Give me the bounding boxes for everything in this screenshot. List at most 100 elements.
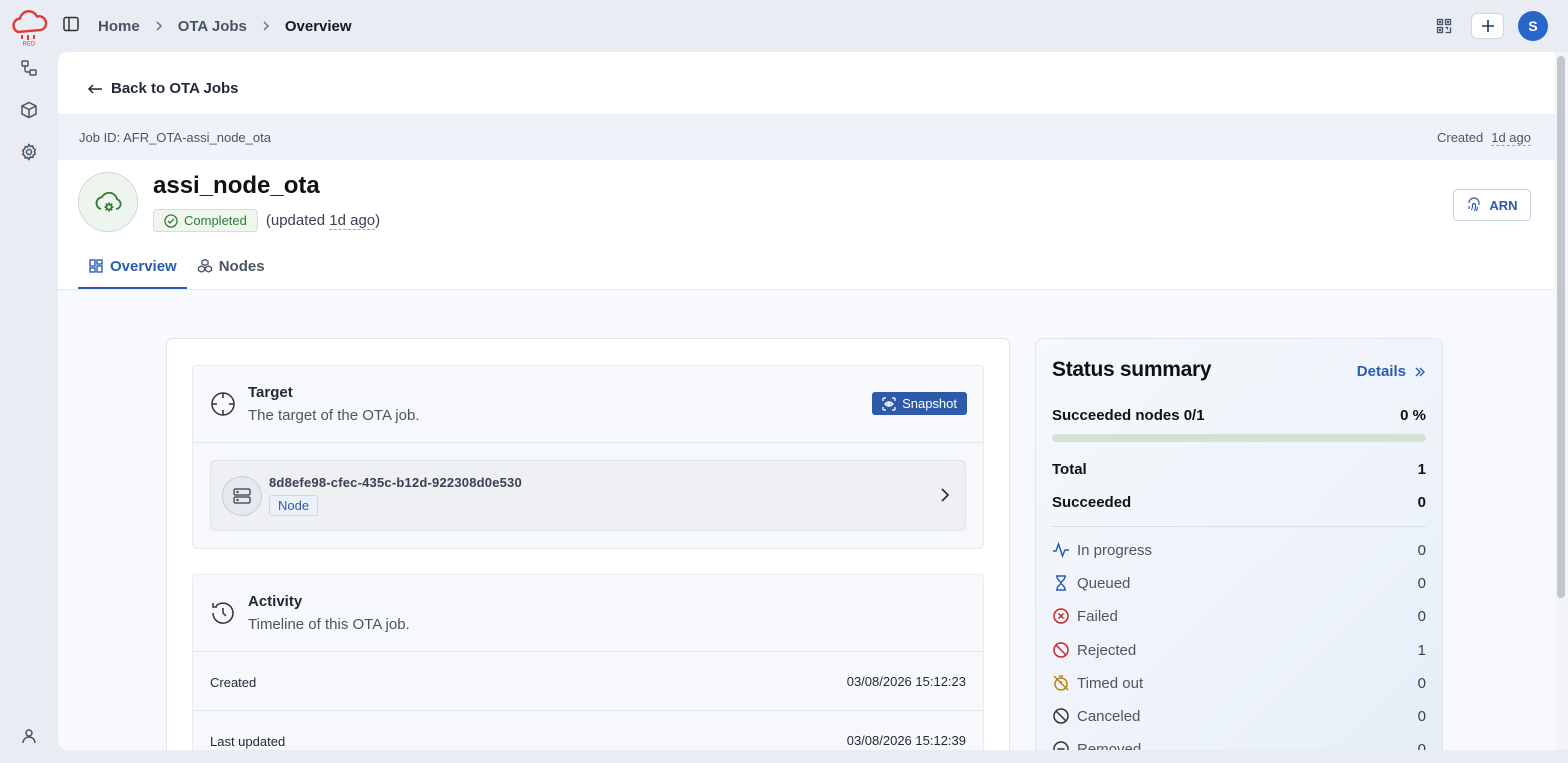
status-label: Rejected [1077, 641, 1137, 659]
arn-button[interactable]: ARN [1453, 189, 1531, 221]
crosshair-icon [210, 391, 236, 417]
status-label: Queued [1077, 574, 1131, 592]
activity-row: Created 03/08/2026 15:12:23 [193, 652, 983, 711]
hourglass-icon [1052, 574, 1070, 592]
activity-card: Activity Timeline of this OTA job. Creat… [192, 574, 984, 750]
status-value: 0 [1417, 707, 1426, 725]
svg-text:RED: RED [23, 42, 36, 47]
breadcrumb-ota-jobs[interactable]: OTA Jobs [178, 18, 247, 35]
target-description: The target of the OTA job. [248, 407, 420, 424]
timer-off-icon [1052, 674, 1070, 692]
avatar[interactable]: S [1518, 11, 1548, 41]
status-row-rejected: Rejected 1 [1052, 641, 1426, 659]
job-id: Job ID: AFR_OTA-assi_node_ota [79, 130, 271, 145]
fingerprint-icon [1468, 197, 1481, 212]
qr-code-icon[interactable] [1431, 10, 1457, 42]
status-summary-title: Status summary [1052, 358, 1212, 381]
add-button[interactable] [1471, 13, 1504, 39]
breadcrumb-home[interactable]: Home [98, 18, 140, 35]
divider [1052, 526, 1426, 527]
snapshot-badge: Snapshot [872, 392, 967, 415]
top-bar: Home OTA Jobs Overview S [58, 0, 1568, 52]
boxes-icon [197, 258, 212, 273]
job-header: assi_node_ota Completed (updated 1d ago)… [58, 160, 1555, 290]
status-value: 0 [1417, 674, 1426, 692]
activity-row-value: 03/08/2026 15:12:39 [846, 733, 966, 748]
activity-row-value: 03/08/2026 15:12:23 [846, 674, 966, 689]
succeeded-percent: 0 % [1400, 407, 1426, 424]
activity-row-label: Last updated [210, 734, 286, 749]
back-link[interactable]: Back to OTA Jobs [87, 80, 239, 97]
breadcrumb-current: Overview [284, 17, 352, 35]
x-circle-icon [1052, 607, 1070, 625]
status-label: Removed [1077, 740, 1142, 751]
check-circle-icon [164, 213, 178, 228]
job-title: assi_node_ota [153, 172, 320, 199]
total-value: 1 [1417, 461, 1426, 478]
created-ago[interactable]: 1d ago [1491, 130, 1531, 146]
tab-nodes[interactable]: Nodes [187, 245, 275, 289]
node-id: 8d8efe98-cfec-435c-b12d-922308d0e530 [269, 475, 522, 490]
user-icon[interactable] [17, 724, 41, 748]
left-rail: RED [0, 0, 58, 763]
app-logo[interactable]: RED [9, 6, 49, 48]
updated-text: (updated 1d ago) [265, 212, 381, 230]
status-label: Completed [184, 213, 247, 228]
gear-icon[interactable] [17, 140, 41, 164]
overview-card: Target The target of the OTA job. Snapsh… [166, 338, 1010, 750]
target-title: Target [248, 384, 293, 401]
status-value: 0 [1417, 574, 1426, 592]
activity-row-label: Created [210, 675, 257, 690]
status-label: Timed out [1077, 674, 1144, 692]
snapshot-label: Snapshot [902, 396, 957, 411]
node-type-tag: Node [269, 495, 319, 516]
breadcrumb: Home OTA Jobs Overview [98, 0, 352, 52]
activity-description: Timeline of this OTA job. [248, 616, 410, 633]
status-value: 1 [1417, 641, 1426, 659]
main-panel: Back to OTA Jobs Job ID: AFR_OTA-assi_no… [58, 52, 1555, 750]
updated-ago[interactable]: 1d ago [329, 212, 376, 230]
succeeded-line: Succeeded 0 [1052, 494, 1426, 511]
details-link[interactable]: Details [1357, 363, 1426, 380]
scrollbar[interactable] [1555, 52, 1568, 750]
status-value: 0 [1417, 607, 1426, 625]
total-label: Total [1052, 461, 1087, 478]
target-card: Target The target of the OTA job. Snapsh… [192, 365, 984, 549]
diagram-icon[interactable] [17, 56, 41, 80]
tab-nodes-label: Nodes [218, 257, 265, 275]
status-badge: Completed [153, 209, 258, 232]
status-row-timed-out: Timed out 0 [1052, 674, 1426, 692]
scrollbar-thumb[interactable] [1557, 56, 1565, 598]
total-line: Total 1 [1052, 461, 1426, 478]
status-label: Failed [1077, 607, 1118, 625]
succeeded-value: 0 [1417, 494, 1426, 511]
history-icon [210, 600, 236, 626]
chevrons-right-icon [1415, 367, 1425, 376]
package-icon[interactable] [17, 98, 41, 122]
status-value: 0 [1417, 541, 1426, 559]
arrow-left-icon [87, 83, 102, 94]
details-label: Details [1356, 363, 1406, 380]
ban-icon [1052, 641, 1070, 659]
activity-row: Last updated 03/08/2026 15:12:39 [193, 711, 983, 750]
status-row-removed: Removed 0 [1052, 740, 1426, 750]
cloud-gear-icon [78, 172, 138, 232]
target-node-row[interactable]: 8d8efe98-cfec-435c-b12d-922308d0e530 Nod… [210, 460, 966, 531]
status-row-queued: Queued 0 [1052, 574, 1426, 592]
succeeded-nodes-label: Succeeded nodes 0/1 [1052, 407, 1205, 424]
status-row-failed: Failed 0 [1052, 607, 1426, 625]
chevron-right-icon [154, 20, 164, 32]
sidebar-toggle-icon[interactable] [62, 15, 82, 35]
tab-overview-label: Overview [110, 257, 177, 275]
status-label: Canceled [1077, 707, 1141, 725]
succeeded-label: Succeeded [1052, 494, 1132, 511]
status-row-canceled: Canceled 0 [1052, 707, 1426, 725]
layout-dashboard-icon [89, 259, 103, 273]
status-summary-card: Status summary Details Succeeded nodes 0… [1035, 338, 1443, 750]
activity-icon [1052, 541, 1070, 559]
back-link-label: Back to OTA Jobs [111, 80, 239, 97]
server-icon [222, 476, 262, 516]
activity-title: Activity [248, 593, 303, 610]
chevron-right-icon [939, 486, 951, 507]
tab-overview[interactable]: Overview [78, 245, 187, 289]
